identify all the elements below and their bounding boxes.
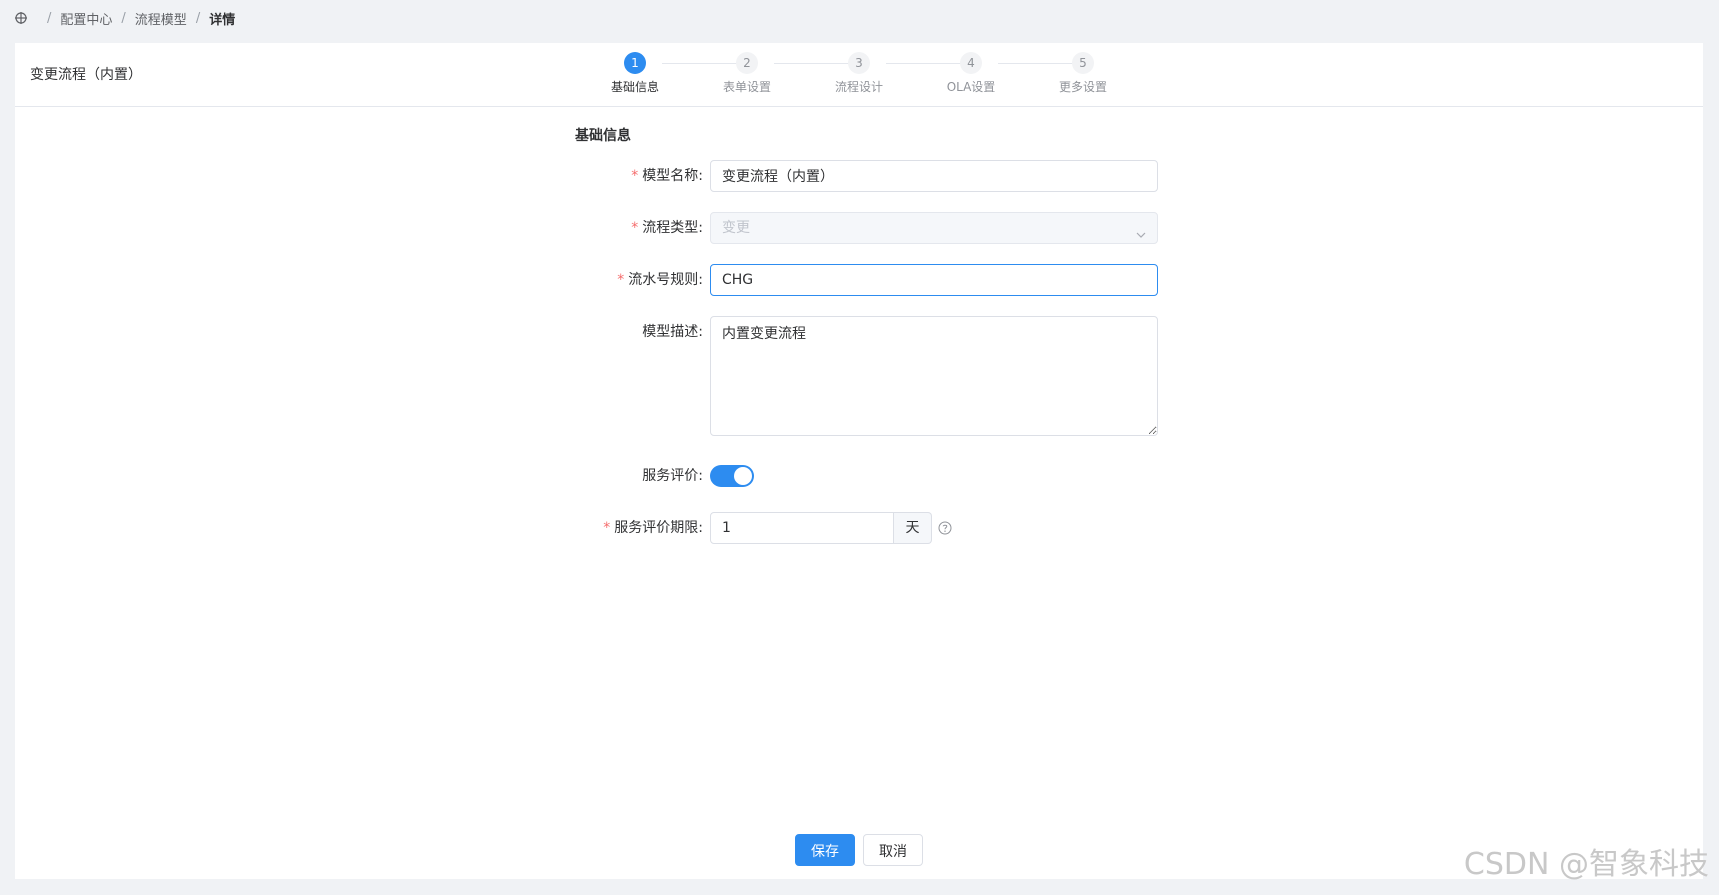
breadcrumb-current: 详情 (209, 12, 236, 28)
step-number: 1 (624, 52, 646, 74)
breadcrumb-separator: / (47, 10, 52, 26)
description-label-text: 模型描述: (642, 324, 703, 340)
form-row-model-name: * 模型名称: (555, 160, 1158, 192)
steps: 1 基础信息 2 表单设置 3 流程设计 4 OLA设置 5 更多设置 (15, 43, 1703, 106)
serial-rule-field (710, 264, 1158, 296)
description-field: 内置变更流程 (710, 316, 1158, 440)
toggle-knob (734, 467, 752, 485)
step-label: 表单设置 (722, 80, 771, 94)
serial-rule-label-text: 流水号规则: (628, 272, 703, 288)
form-row-flow-type: * 流程类型: 变更 (555, 212, 1158, 244)
required-mark: * (631, 220, 639, 236)
breadcrumb-config-center[interactable]: 配置中心 (60, 9, 112, 28)
service-rating-toggle[interactable] (710, 465, 754, 487)
model-name-input[interactable] (710, 160, 1158, 192)
breadcrumb-separator: / (195, 10, 201, 26)
description-textarea[interactable]: 内置变更流程 (710, 316, 1158, 436)
form-row-serial-rule: * 流水号规则: (555, 264, 1158, 296)
watermark: CSDN @智象科技 (1463, 847, 1709, 882)
step-more-settings[interactable]: 5 更多设置 (1038, 52, 1128, 95)
form-row-description: 模型描述: 内置变更流程 (555, 316, 1158, 436)
flow-type-label-text: 流程类型: (642, 220, 703, 236)
model-name-label-text: 模型名称: (642, 168, 703, 184)
step-number: 2 (736, 52, 758, 74)
step-label: OLA设置 (946, 80, 996, 94)
form-row-service-rating: 服务评价: (555, 460, 1155, 492)
serial-rule-input[interactable] (710, 264, 1158, 296)
flow-type-label: * 流程类型: (555, 212, 703, 244)
panel-header: 变更流程（内置） 1 基础信息 2 表单设置 3 流程设计 4 OLA设置 5 … (15, 43, 1703, 107)
cancel-button[interactable]: 取消 (863, 834, 923, 866)
required-mark: * (603, 520, 611, 536)
breadcrumb: / 配置中心 / 流程模型 / 详情 (14, 8, 235, 28)
step-basic-info[interactable]: 1 基础信息 (590, 52, 680, 95)
serial-rule-label: * 流水号规则: (555, 264, 703, 296)
rating-period-field: 天 (710, 512, 952, 544)
flow-type-field: 变更 (710, 212, 1158, 244)
question-circle-icon[interactable] (938, 521, 952, 535)
step-form-settings[interactable]: 2 表单设置 (702, 52, 792, 95)
rating-period-unit: 天 (894, 512, 932, 544)
required-mark: * (617, 272, 625, 288)
service-rating-field (710, 460, 754, 487)
rating-period-label: * 服务评价期限: (555, 512, 703, 544)
model-name-field (710, 160, 1158, 192)
description-label: 模型描述: (555, 316, 703, 348)
rating-period-input[interactable] (710, 512, 894, 544)
flow-type-value: 变更 (722, 220, 750, 236)
service-rating-label: 服务评价: (555, 460, 703, 492)
chevron-down-icon (1135, 222, 1147, 238)
model-name-label: * 模型名称: (555, 160, 703, 192)
save-button[interactable]: 保存 (795, 834, 855, 866)
required-mark: * (631, 168, 639, 184)
section-title: 基础信息 (575, 128, 631, 144)
step-flow-design[interactable]: 3 流程设计 (814, 52, 904, 95)
step-ola-settings[interactable]: 4 OLA设置 (926, 52, 1016, 95)
breadcrumb-flow-model[interactable]: 流程模型 (135, 9, 187, 28)
rating-period-label-text: 服务评价期限: (614, 520, 703, 536)
step-number: 4 (960, 52, 982, 74)
home-icon[interactable] (14, 11, 28, 25)
step-number: 5 (1072, 52, 1094, 74)
breadcrumb-separator: / (121, 10, 126, 26)
flow-type-select[interactable]: 变更 (710, 212, 1158, 244)
step-label: 流程设计 (834, 80, 883, 94)
step-label: 更多设置 (1058, 80, 1107, 94)
main-panel: 变更流程（内置） 1 基础信息 2 表单设置 3 流程设计 4 OLA设置 5 … (15, 43, 1703, 879)
step-number: 3 (848, 52, 870, 74)
service-rating-label-text: 服务评价: (642, 468, 703, 484)
step-label: 基础信息 (610, 80, 659, 94)
form-row-rating-period: *服务评价期限: 天 (555, 512, 1155, 544)
